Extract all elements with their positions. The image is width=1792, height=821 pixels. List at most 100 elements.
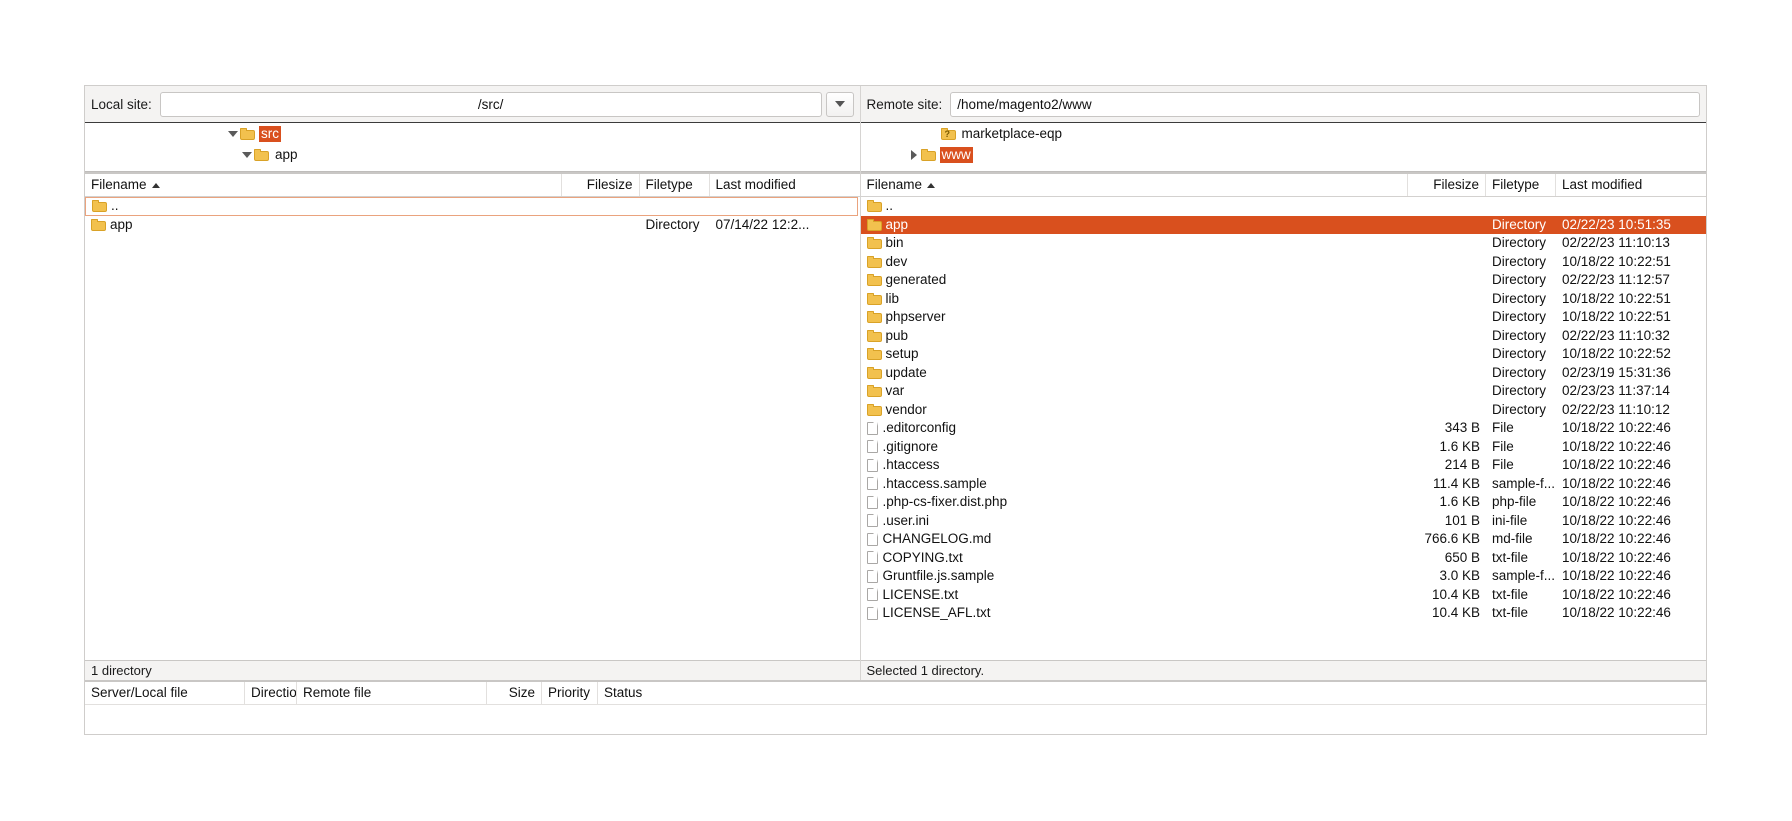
file-size: 343 B [1444,420,1480,435]
table-row[interactable]: setup Directory 10/18/22 10:22:52 [861,345,1706,364]
table-row[interactable]: phpserver Directory 10/18/22 10:22:51 [861,308,1706,327]
file-icon [866,606,878,620]
table-row[interactable]: .user.ini 101 B ini-file 10/18/22 10:22:46 [861,512,1706,531]
table-row[interactable]: Gruntfile.js.sample 3.0 KB sample-f... 10/1… [861,567,1706,586]
file-icon [866,588,878,602]
local-col-lastmodified[interactable]: Last modified [710,174,860,196]
file-modified: 10/18/22 10:22:51 [1562,309,1671,324]
table-row[interactable]: CHANGELOG.md 766.6 KB md-file 10/18/22 10:2… [861,530,1706,549]
remote-path-input[interactable] [951,92,1699,116]
file-type: Directory [1492,364,1547,380]
table-row[interactable]: generated Directory 02/22/23 11:12:57 [861,271,1706,290]
tree-item-label: app [275,146,298,162]
file-type: txt-file [1492,549,1529,565]
file-modified: 10/18/22 10:22:46 [1562,549,1671,565]
tree-item-marketplace-eqp[interactable]: ? marketplace-eqp [861,123,1706,144]
table-row[interactable]: app Directory 02/22/23 10:51:35 [860,215,1706,234]
file-modified: 10/18/22 10:22:51 [1562,253,1671,269]
file-name: vendor [885,401,927,417]
file-icon [866,514,878,528]
remote-col-filesize[interactable]: Filesize [1408,174,1486,196]
file-type: Directory [1492,309,1547,324]
file-modified: 10/18/22 10:22:46 [1562,438,1671,454]
file-size [1408,234,1486,253]
file-type [1486,197,1556,216]
file-size [1408,345,1486,364]
file-modified: 10/18/22 10:22:46 [1562,475,1671,491]
file-icon [866,551,878,565]
local-pane: Local site: src app [85,86,861,680]
table-row[interactable]: LICENSE.txt 10.4 KB txt-file 10/18/22 10:22… [861,586,1706,605]
folder-icon [866,385,882,398]
file-modified: 02/22/23 11:12:57 [1562,272,1670,287]
table-row[interactable]: .. [861,197,1706,216]
file-type: Directory [1492,290,1547,306]
table-row[interactable]: var Directory 02/23/23 11:37:14 [861,382,1706,401]
local-path-combo[interactable] [159,91,822,117]
table-row[interactable]: app Directory 07/14/22 12:2... [85,216,860,235]
expand-triangle-down-icon[interactable] [226,126,240,141]
queue-col-server-local-file[interactable]: Server/Local file [85,682,245,704]
file-type: File [1492,438,1514,454]
tree-item-www[interactable]: www [861,144,1706,165]
table-row[interactable]: .htaccess 214 B File 10/18/22 10:22:46 [861,456,1706,475]
table-row[interactable]: dev Directory 10/18/22 10:22:51 [861,253,1706,272]
file-modified: 10/18/22 10:22:51 [1562,290,1671,306]
file-size: 650 B [1444,549,1480,565]
expand-triangle-down-icon[interactable] [240,147,254,162]
remote-col-lastmodified[interactable]: Last modified [1556,174,1706,196]
table-row[interactable]: LICENSE_AFL.txt 10.4 KB txt-file 10/18/22 1… [861,604,1706,623]
file-name: .htaccess [882,457,940,472]
file-name: app [885,216,909,232]
local-path-dropdown-button[interactable] [825,91,854,117]
table-row[interactable]: .php-cs-fixer.dist.php 1.6 KB php-file 10/1… [861,493,1706,512]
local-directory-tree[interactable]: src app [85,122,860,172]
queue-col-size[interactable]: Size [487,682,542,704]
table-row[interactable]: update Directory 02/23/19 15:31:36 [861,364,1706,383]
file-modified: 10/18/22 10:22:46 [1562,494,1671,509]
file-type: ini-file [1492,512,1528,528]
expand-triangle-right-icon[interactable] [907,147,921,162]
local-col-filename[interactable]: Filename [85,174,562,196]
local-col-filesize[interactable]: Filesize [562,174,640,196]
file-modified: 02/23/19 15:31:36 [1562,364,1671,380]
table-row[interactable]: .gitignore 1.6 KB File 10/18/22 10:22:46 [861,438,1706,457]
file-name: CHANGELOG.md [882,531,992,546]
file-type: sample-f... [1492,568,1556,583]
file-type: sample-f... [1492,475,1556,491]
remote-col-filetype[interactable]: Filetype [1486,174,1556,196]
table-row[interactable]: bin Directory 02/22/23 11:10:13 [861,234,1706,253]
table-row[interactable]: vendor Directory 02/22/23 11:10:12 [861,401,1706,420]
file-type: txt-file [1492,586,1529,602]
remote-file-list: Filename Filesize Filetype Last modified… [860,172,1706,680]
table-row[interactable]: .htaccess.sample 11.4 KB sample-f... 10/18/… [861,475,1706,494]
remote-col-filename[interactable]: Filename [861,174,1408,196]
tree-item-src[interactable]: src [85,123,860,144]
file-modified: 10/18/22 10:22:46 [1562,586,1671,602]
folder-icon [240,127,255,140]
remote-directory-tree[interactable]: ? marketplace-eqp www [860,122,1706,172]
table-row[interactable]: lib Directory 10/18/22 10:22:51 [861,290,1706,309]
table-row[interactable]: .editorconfig 343 B File 10/18/22 10:22:46 [861,419,1706,438]
remote-status-bar: Selected 1 directory. [860,660,1706,680]
table-row[interactable]: .. [85,197,858,216]
folder-icon [866,237,882,250]
local-col-filetype[interactable]: Filetype [640,174,710,196]
queue-col-direction[interactable]: Directio [245,682,297,704]
queue-col-remote-file[interactable]: Remote file [297,682,487,704]
queue-col-status[interactable]: Status [598,682,1706,704]
folder-icon [866,348,882,361]
queue-col-priority[interactable]: Priority [542,682,598,704]
file-icon [866,569,878,583]
local-site-label: Local site: [91,96,152,112]
remote-path-field[interactable] [950,91,1700,117]
file-size [1408,308,1486,327]
table-row[interactable]: pub Directory 02/22/23 11:10:32 [861,327,1706,346]
tree-item-app[interactable]: app [85,144,860,165]
file-name: LICENSE.txt [882,586,959,602]
local-path-input[interactable] [160,92,821,116]
file-type: Directory [1492,401,1547,417]
file-name: setup [885,346,919,361]
file-type: Directory [1492,216,1547,232]
table-row[interactable]: COPYING.txt 650 B txt-file 10/18/22 10:22:4… [861,549,1706,568]
